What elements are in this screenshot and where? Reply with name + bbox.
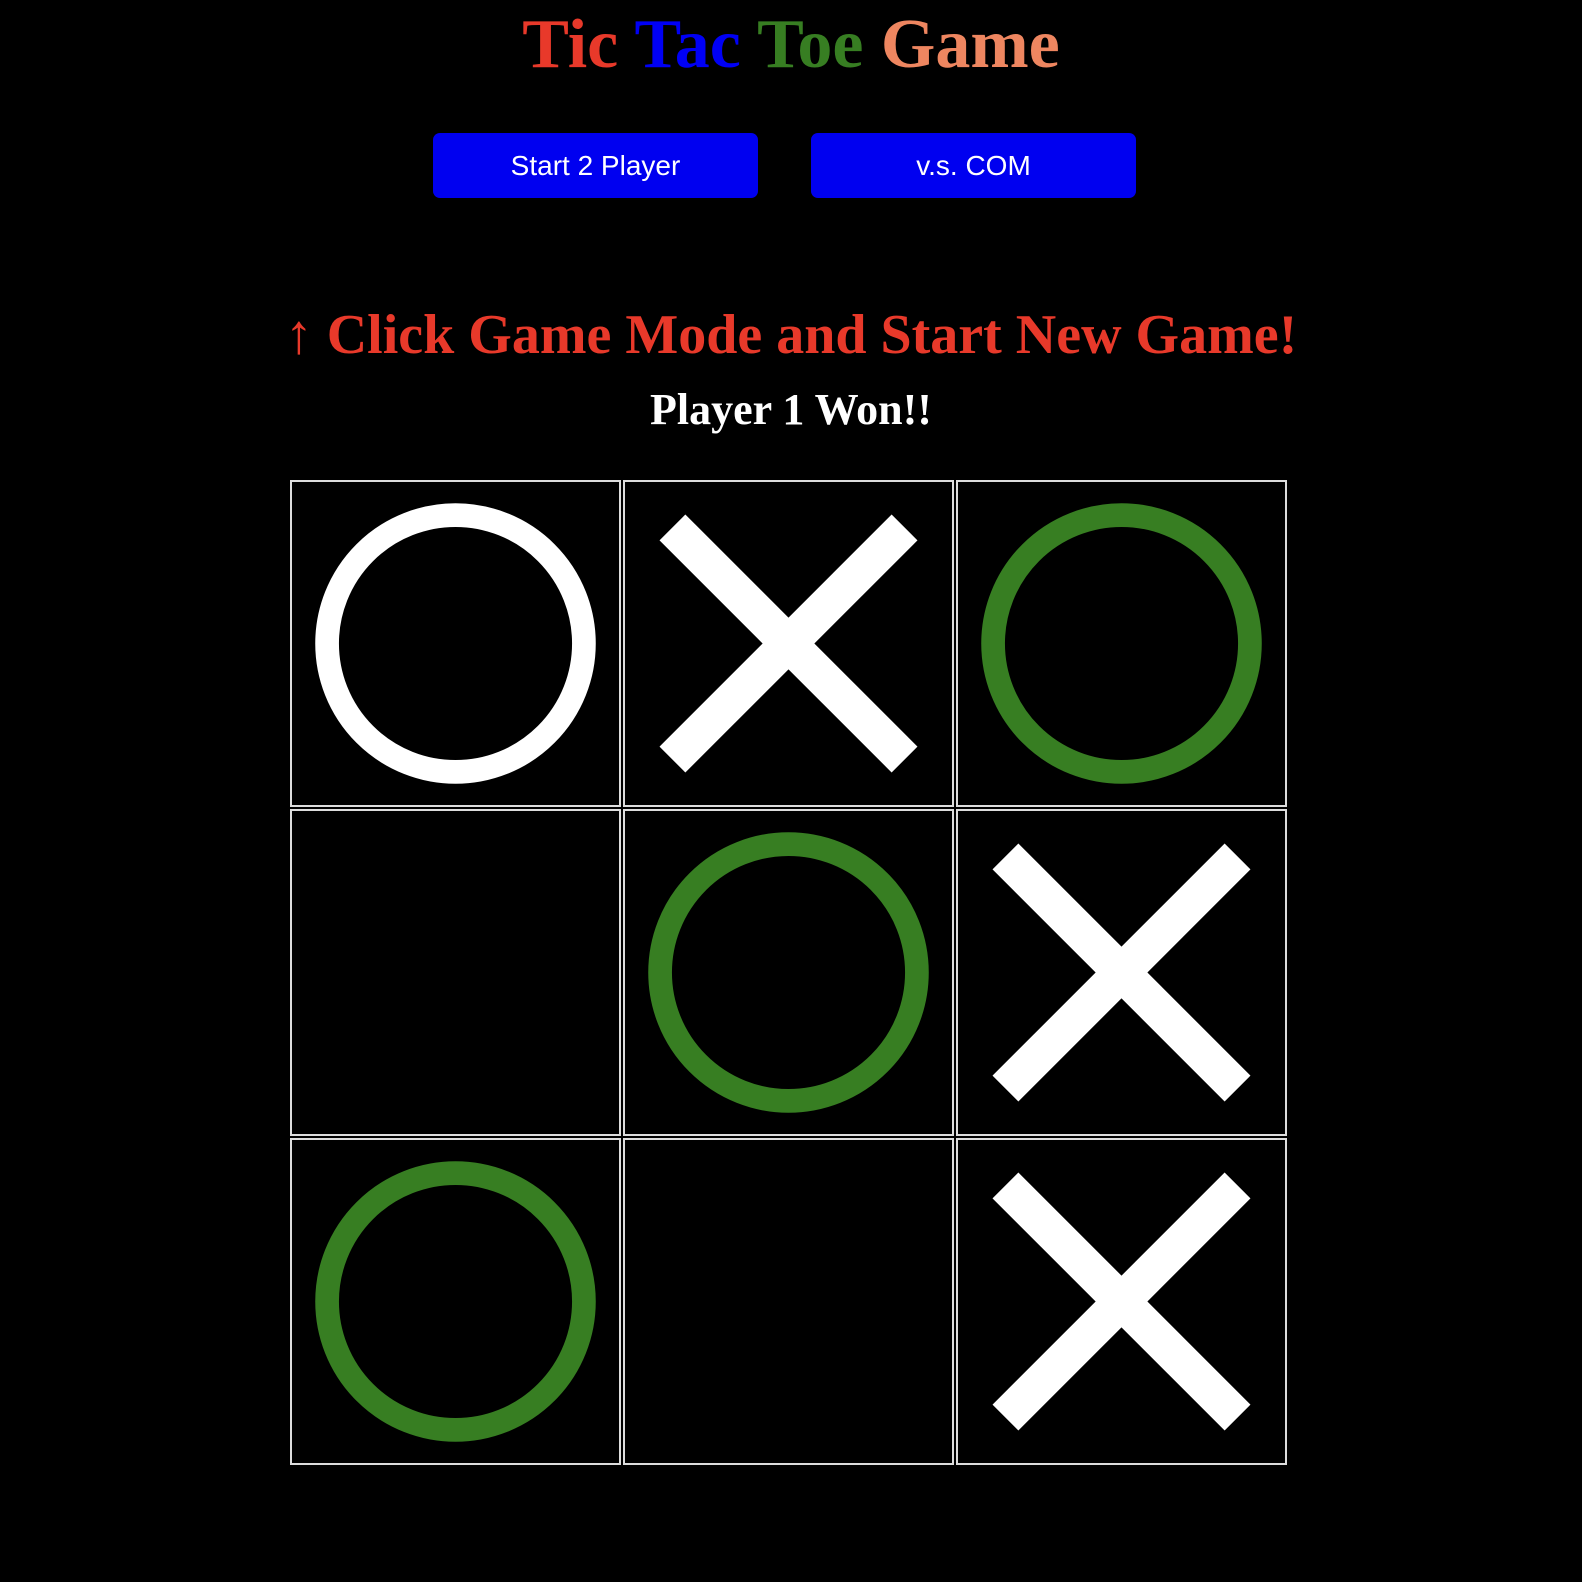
game-board: [290, 480, 1287, 1466]
o-mark-winning-icon: [981, 503, 1262, 784]
board-cell-1-2[interactable]: [956, 809, 1287, 1136]
game-mode-buttons: Start 2 Player v.s. COM: [0, 133, 1582, 198]
board-cell-2-2[interactable]: [956, 1138, 1287, 1465]
o-mark-ring: [648, 832, 929, 1113]
vs-com-button[interactable]: v.s. COM: [811, 133, 1136, 198]
board-cell-2-0[interactable]: [290, 1138, 621, 1465]
title-word-tac: Tac: [634, 6, 741, 83]
game-status: Player 1 Won!!: [650, 385, 932, 434]
page-title: Tic Tac Toe Game: [0, 0, 1582, 90]
title-space: [618, 6, 634, 83]
o-mark-winning-icon: [315, 1161, 596, 1442]
board-cell-1-1[interactable]: [623, 809, 954, 1136]
x-mark-icon: [992, 843, 1251, 1102]
x-mark-icon: [659, 514, 918, 773]
start-2-player-button[interactable]: Start 2 Player: [433, 133, 758, 198]
title-word-game: Game: [880, 6, 1060, 83]
title-word-toe: Toe: [757, 6, 864, 83]
board-cell-0-2[interactable]: [956, 480, 1287, 807]
o-mark-icon: [315, 503, 596, 784]
o-mark-ring: [315, 1161, 596, 1442]
title-word-tic: Tic: [522, 6, 619, 83]
title-space: [741, 6, 757, 83]
x-mark-icon: [992, 1172, 1251, 1431]
title-space: [863, 6, 881, 83]
o-mark-winning-icon: [648, 832, 929, 1113]
instruction-message: ↑ Click Game Mode and Start New Game!: [284, 304, 1298, 366]
board-cell-1-0[interactable]: [290, 809, 621, 1136]
board-cell-2-1[interactable]: [623, 1138, 954, 1465]
o-mark-ring: [981, 503, 1262, 784]
board-cell-0-0[interactable]: [290, 480, 621, 807]
board-cell-0-1[interactable]: [623, 480, 954, 807]
o-mark-ring: [315, 503, 596, 784]
